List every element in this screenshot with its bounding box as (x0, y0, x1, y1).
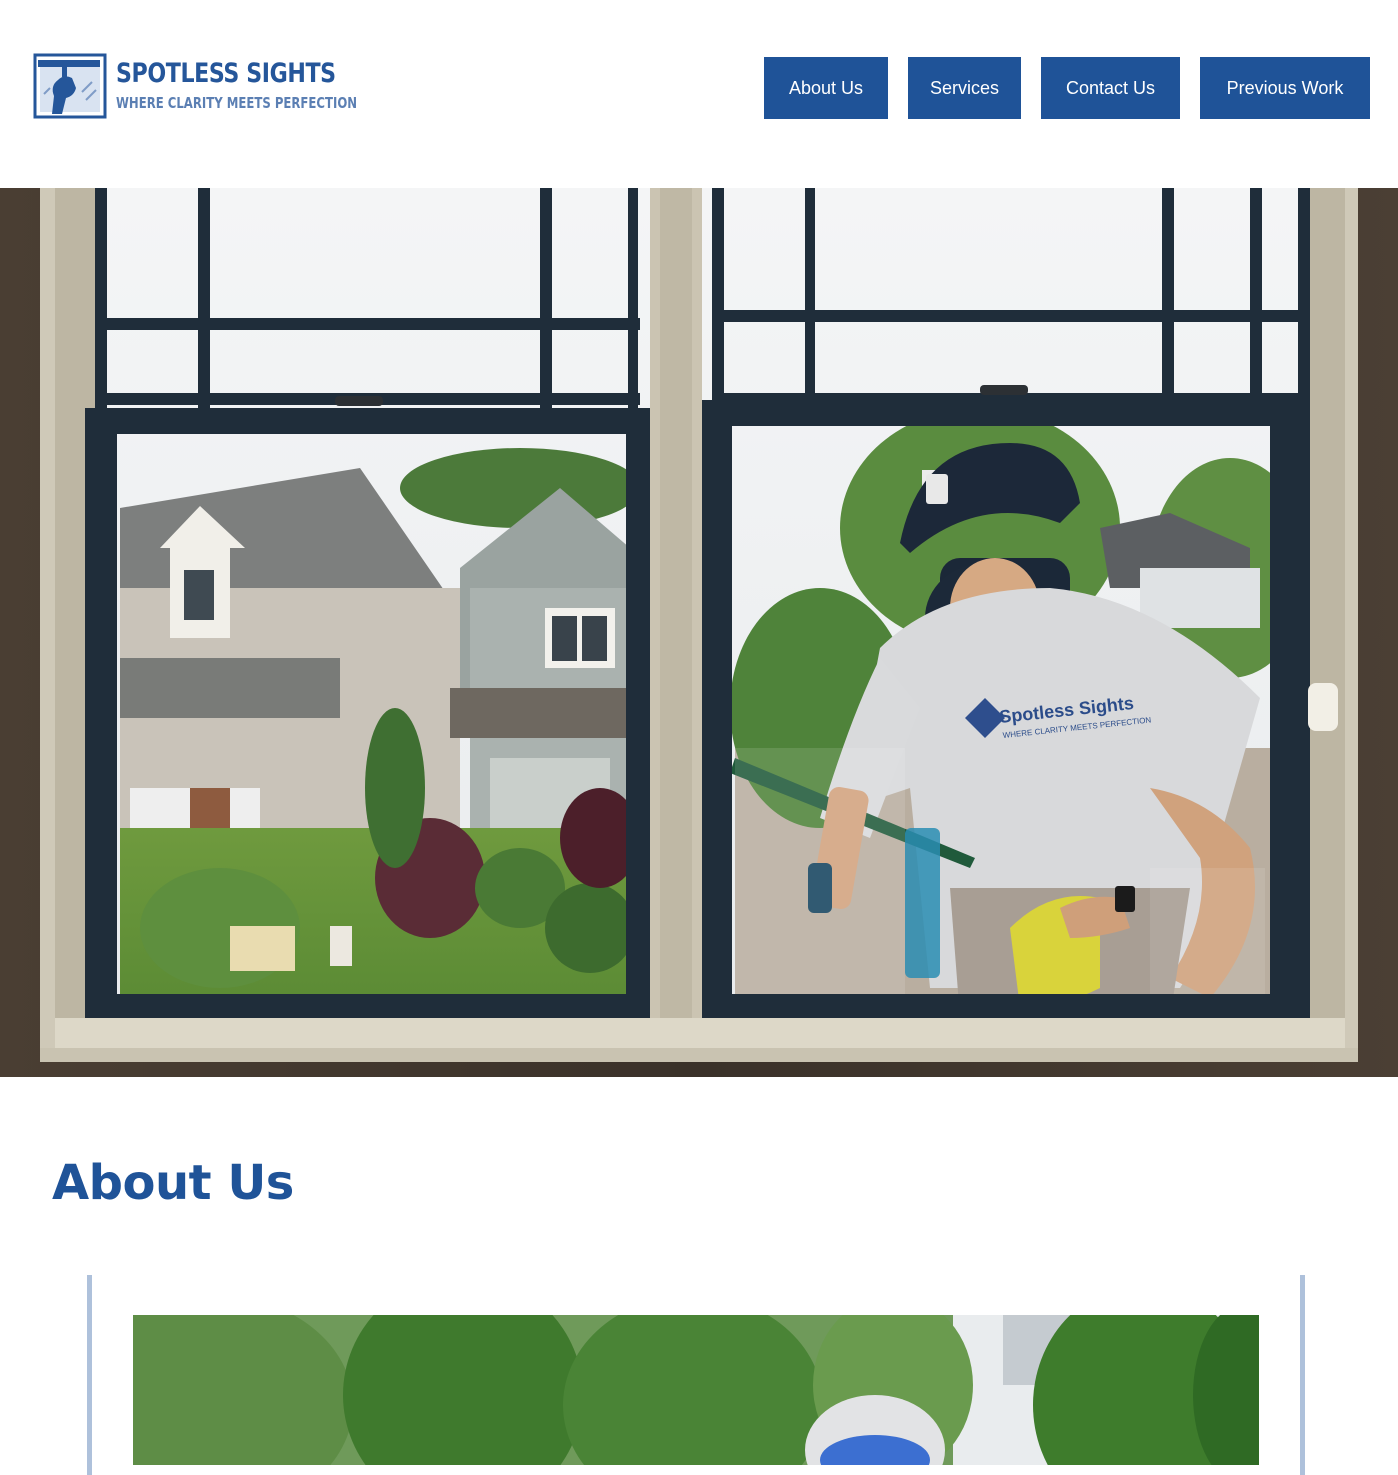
window-cleaner-photo: Spotless Sights WHERE CLARITY MEETS PERF… (0, 188, 1398, 1077)
nav-services-button[interactable]: Services (908, 57, 1021, 119)
card-border-right (1300, 1275, 1305, 1475)
about-us-heading: About Us (52, 1155, 294, 1211)
site-header: SPOTLESS SIGHTS WHERE CLARITY MEETS PERF… (0, 0, 1398, 188)
card-border-left (87, 1275, 92, 1475)
main-nav: About Us Services Contact Us Previous Wo… (764, 57, 1370, 119)
squeegee-hand-icon (33, 53, 107, 119)
brand-name: SPOTLESS SIGHTS (116, 58, 336, 89)
worker-among-trees-photo (133, 1315, 1259, 1465)
brand-logo[interactable]: SPOTLESS SIGHTS WHERE CLARITY MEETS PERF… (32, 52, 362, 124)
about-us-card (87, 1275, 1305, 1475)
hero-image: Spotless Sights WHERE CLARITY MEETS PERF… (0, 188, 1398, 1077)
nav-about-us-button[interactable]: About Us (764, 57, 888, 119)
about-us-photo (133, 1315, 1259, 1465)
nav-contact-us-button[interactable]: Contact Us (1041, 57, 1180, 119)
brand-tagline: WHERE CLARITY MEETS PERFECTION (116, 94, 358, 112)
nav-previous-work-button[interactable]: Previous Work (1200, 57, 1370, 119)
